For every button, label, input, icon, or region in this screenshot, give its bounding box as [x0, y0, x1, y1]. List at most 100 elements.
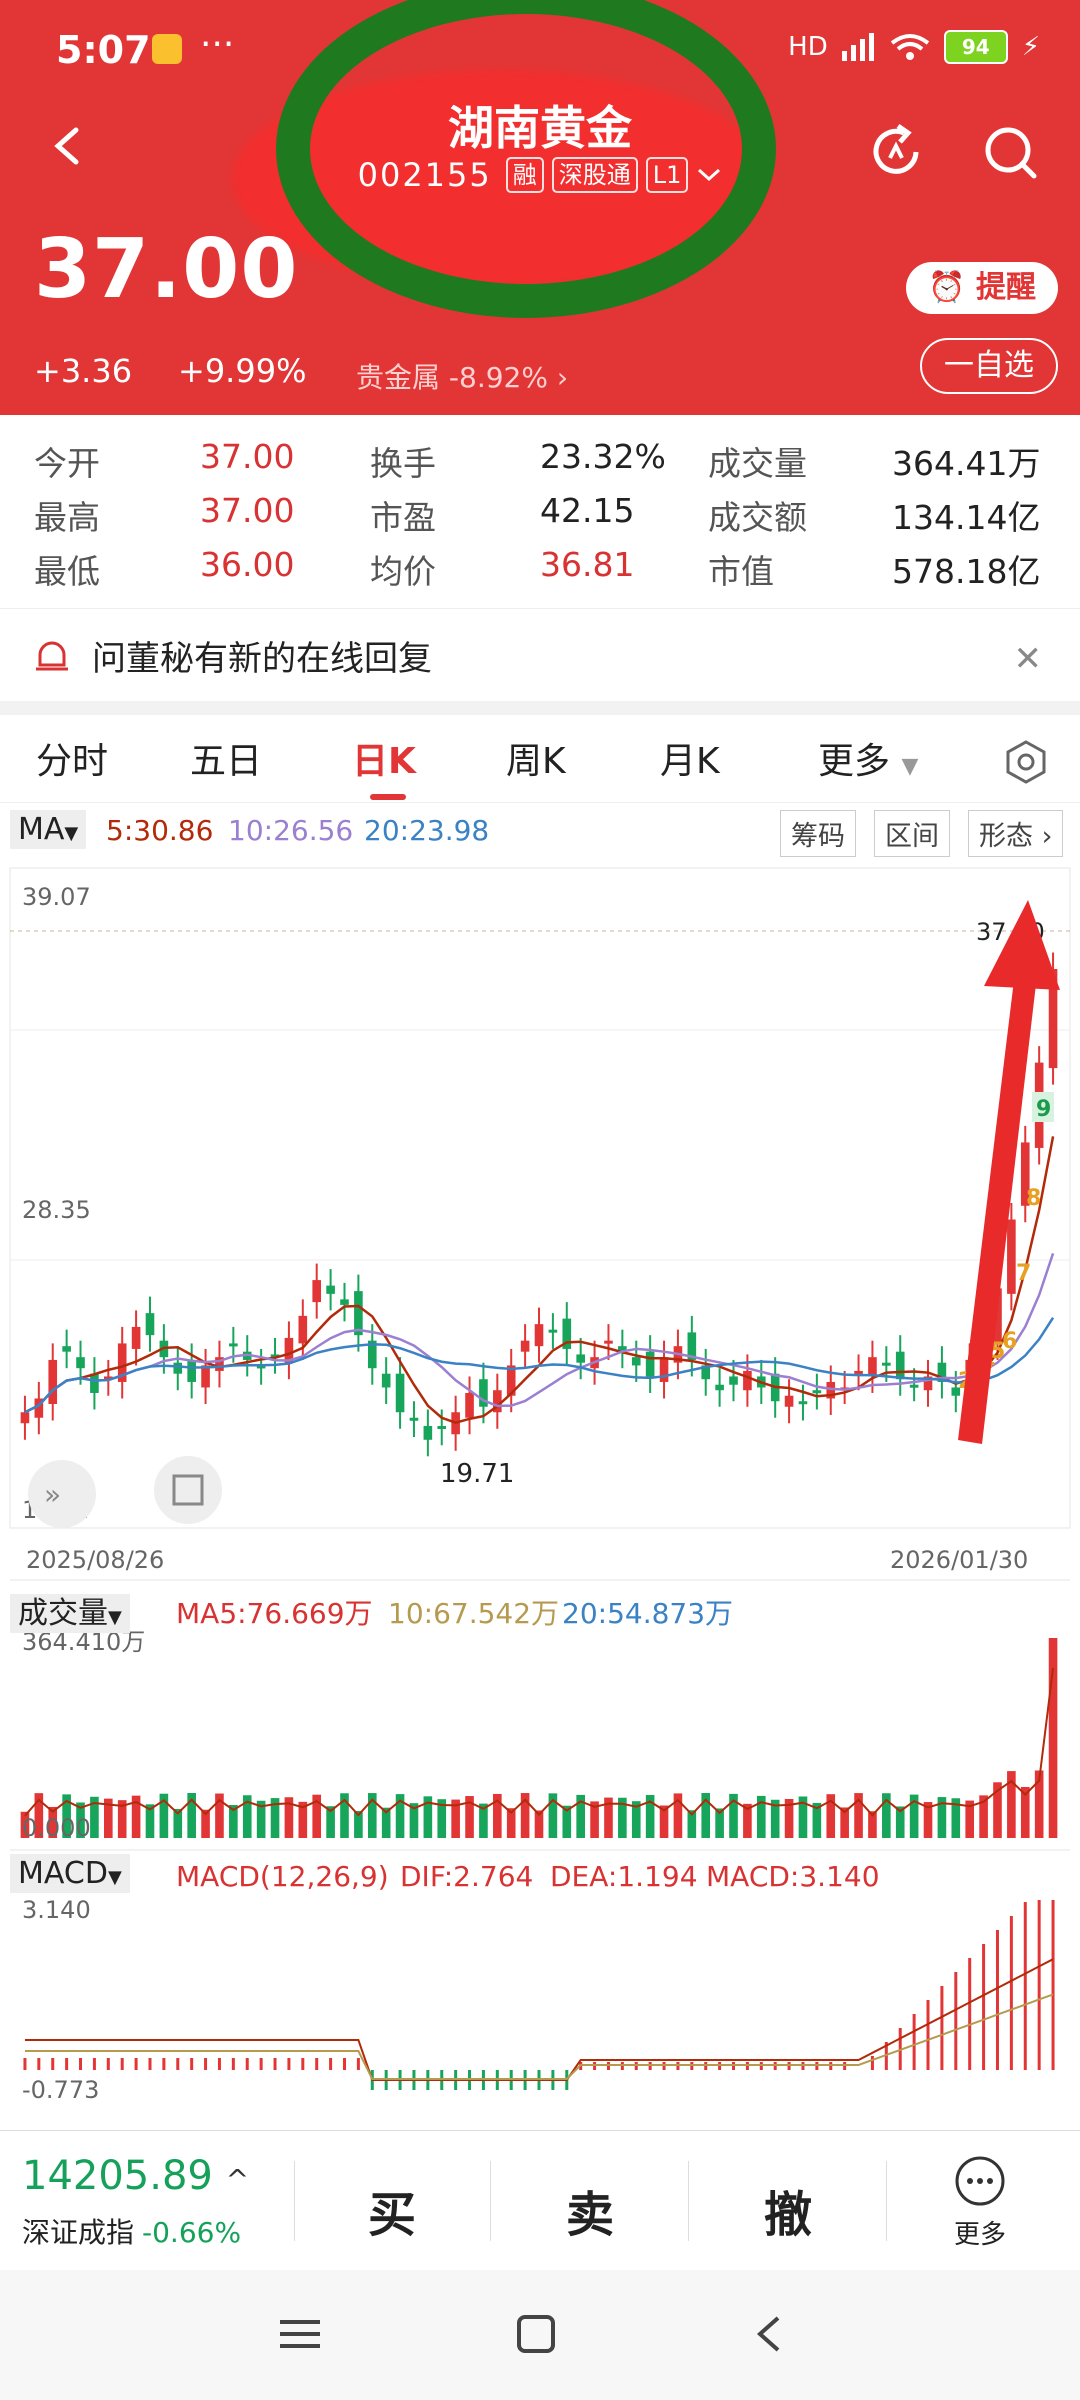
chart-corner-controls: » [28, 1456, 222, 1528]
stat-label: 最低 [34, 552, 100, 591]
macd-bar [982, 1944, 986, 2070]
settings-icon[interactable] [1004, 740, 1048, 784]
range-button[interactable]: 区间 [874, 810, 950, 857]
candle-body [520, 1340, 530, 1352]
candle-body [76, 1357, 85, 1369]
dif-value: DIF:2.764 [400, 1860, 534, 1893]
search-icon[interactable] [978, 120, 1042, 184]
macd-bar [1009, 1916, 1013, 2070]
x-axis-start-date: 2025/08/26 [26, 1546, 164, 1574]
stock-header: 5:07 ··· HD 94 ⚡ 湖南黄金 002155 融 深股通 L1 37… [0, 0, 1080, 415]
macd-bar [51, 2058, 55, 2070]
sector-link[interactable]: 贵金属 -8.92% › [356, 356, 568, 396]
candle-body [882, 1362, 891, 1366]
candles-group [20, 952, 1058, 1457]
chevron-up-icon: ^ [225, 2163, 250, 2196]
home-icon[interactable] [516, 2314, 556, 2354]
candle-body [90, 1373, 99, 1393]
kline-chart[interactable]: 39.07 28.35 17.64 19.71 37.00 9 8 7 6 5 … [0, 860, 1080, 2130]
candle-body [743, 1370, 752, 1391]
ma-indicator-select[interactable]: MA▼ [10, 810, 87, 849]
price-tick-top: 39.07 [22, 883, 91, 911]
caret-down-icon: ▼ [901, 754, 919, 779]
macd-bar [870, 2056, 874, 2070]
expand-left-button[interactable] [28, 1460, 96, 1528]
volume-ma5: MA5:76.669万 [176, 1597, 373, 1630]
candle-body [298, 1315, 308, 1344]
macd-bar [134, 2058, 138, 2070]
sell-button[interactable]: 卖 [566, 2175, 614, 2245]
watchlist-button[interactable]: 一自选 [920, 338, 1058, 394]
macd-bar [968, 1958, 972, 2070]
macd-bar [287, 2058, 291, 2070]
status-time: 5:07 [56, 28, 151, 72]
price-tick-mid: 28.35 [22, 1196, 91, 1224]
candle-body [409, 1417, 419, 1421]
refresh-icon[interactable] [864, 120, 928, 184]
macd-bar [926, 2000, 930, 2070]
candle-body [659, 1357, 669, 1382]
candle-body [326, 1285, 335, 1294]
macd-value: MACD:3.140 [706, 1860, 880, 1893]
macd-bar [106, 2058, 110, 2070]
macd-bar [912, 2014, 916, 2070]
candle-body [229, 1343, 238, 1347]
active-tab-indicator [370, 794, 406, 800]
candle-body [381, 1373, 391, 1388]
tab-weekly-k[interactable]: 周K [506, 732, 566, 784]
cancel-order-button[interactable]: 撤 [764, 2175, 812, 2245]
stat-label: 最高 [34, 498, 100, 537]
red-arrow-annotation [958, 900, 1060, 1444]
candle-body [534, 1324, 544, 1347]
shenzhen-connect-tag: 深股通 [551, 157, 638, 193]
chip-distribution-button[interactable]: 筹码 [780, 810, 856, 857]
tab-intraday[interactable]: 分时 [36, 732, 108, 784]
macd-bar [1037, 1900, 1041, 2070]
menu-icon[interactable] [280, 2316, 320, 2352]
caret-down-icon: ▼ [107, 1867, 122, 1888]
macd-bar [120, 2058, 124, 2070]
battery-icon: 94 [943, 30, 1008, 64]
candle-body [576, 1354, 585, 1363]
macd-bar [356, 2058, 360, 2070]
candle-body [20, 1412, 30, 1424]
macd-bar [1023, 1902, 1027, 2070]
notice-text: 问董秘有新的在线回复 [92, 639, 432, 679]
candle-body [340, 1299, 349, 1305]
charging-icon: ⚡ [1021, 32, 1040, 62]
buy-button[interactable]: 买 [368, 2175, 416, 2245]
chevron-down-icon[interactable] [696, 165, 722, 185]
candle-body [812, 1390, 822, 1394]
volume-label: 成交量 [18, 1596, 108, 1631]
quote-stats-grid[interactable]: 今开 37.00 换手 23.32% 成交量 364.41万 最高 37.00 … [0, 415, 1080, 605]
volume-bars-group [20, 1638, 1058, 1838]
tab-five-day[interactable]: 五日 [190, 732, 262, 784]
fullscreen-button[interactable] [154, 1456, 222, 1524]
wifi-icon [890, 34, 929, 60]
close-icon[interactable]: ✕ [1014, 639, 1043, 679]
alert-button[interactable]: ⏰ 提醒 [906, 262, 1058, 314]
tab-more[interactable]: 更多 ▼ [818, 732, 918, 784]
candle-body [1007, 1219, 1016, 1294]
back-nav-icon[interactable] [754, 2314, 784, 2354]
double-chevron-icon: » [44, 1478, 61, 1511]
macd-indicator-select[interactable]: MACD▼ [10, 1854, 130, 1893]
macd-bar [954, 1972, 958, 2070]
stat-value: 37.00 [200, 437, 295, 476]
tab-daily-k[interactable]: 日K [352, 732, 416, 784]
index-value[interactable]: 14205.89 ^ [22, 2153, 249, 2199]
system-nav-bar [0, 2270, 1080, 2400]
macd-bar [37, 2058, 41, 2070]
stat-value: 578.18亿 [892, 552, 1041, 591]
candle-body [604, 1340, 613, 1344]
macd-bar [190, 2058, 194, 2070]
dea-value: DEA:1.194 [550, 1860, 698, 1893]
secretary-notice-bar[interactable]: 问董秘有新的在线回复 ✕ [0, 608, 1080, 715]
volume-ma10: 10:67.542万 [388, 1597, 560, 1630]
tab-monthly-k[interactable]: 月K [660, 732, 720, 784]
macd-bar [342, 2058, 346, 2070]
pattern-button[interactable]: 形态 › [968, 810, 1064, 857]
volume-indicator-select[interactable]: 成交量▼ [10, 1594, 130, 1633]
more-button[interactable]: 更多 [950, 2155, 1010, 2251]
index-value-number: 14205.89 [22, 2153, 213, 2199]
